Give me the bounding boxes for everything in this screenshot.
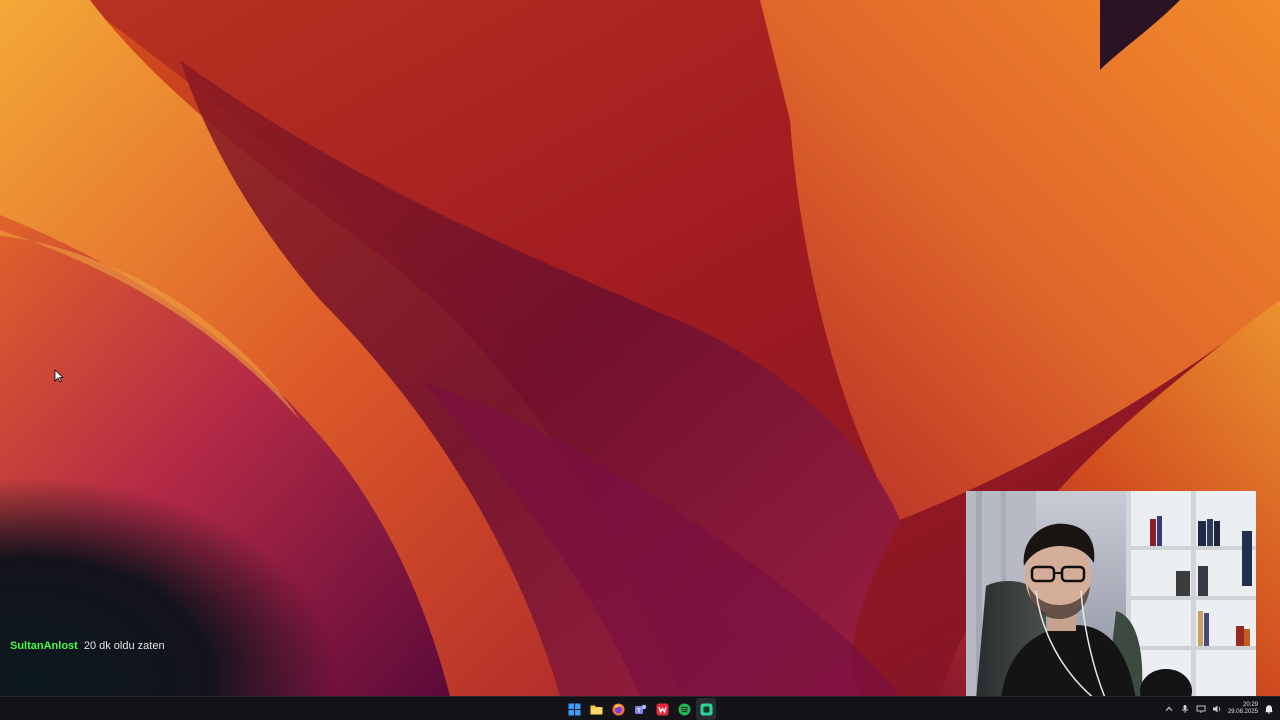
spotify-button[interactable] xyxy=(674,698,694,720)
chat-username: SultanAnlost xyxy=(10,640,78,652)
taskbar-clock[interactable]: 20:29 29.08.2025 xyxy=(1228,702,1258,716)
app-red-button[interactable] xyxy=(652,698,672,720)
taskbar: T 20:29 29.08.2025 xyxy=(0,696,1280,720)
network-tray-button[interactable] xyxy=(1196,704,1206,714)
speaker-icon xyxy=(1212,705,1221,713)
chat-overlay: SultanAnlost 20 dk oldu zaten xyxy=(10,640,165,652)
network-icon xyxy=(1196,705,1206,713)
system-tray: 20:29 29.08.2025 xyxy=(1164,698,1274,720)
teams-icon: T xyxy=(634,704,646,714)
app-green-icon xyxy=(700,703,712,715)
firefox-icon xyxy=(612,703,624,715)
spotify-icon xyxy=(678,703,690,715)
taskbar-pinned-apps: T xyxy=(564,698,716,720)
chat-message: 20 dk oldu zaten xyxy=(83,640,165,652)
svg-text:T: T xyxy=(637,708,641,714)
mouse-cursor-icon xyxy=(54,369,64,383)
app-green-button[interactable] xyxy=(696,698,716,720)
microphone-tray-button[interactable] xyxy=(1180,704,1190,714)
clock-time: 20:29 xyxy=(1242,702,1258,708)
start-button[interactable] xyxy=(564,698,584,720)
volume-tray-button[interactable] xyxy=(1212,704,1222,714)
webcam-overlay xyxy=(966,491,1256,696)
file-explorer-button[interactable] xyxy=(586,698,606,720)
bell-icon xyxy=(1265,705,1273,714)
notifications-button[interactable] xyxy=(1264,704,1274,714)
folder-icon xyxy=(590,705,602,714)
webcam-feed-image xyxy=(966,491,1256,696)
chevron-up-icon xyxy=(1165,706,1173,711)
teams-button[interactable]: T xyxy=(630,698,650,720)
windows-icon xyxy=(568,703,580,715)
firefox-button[interactable] xyxy=(608,698,628,720)
show-hidden-icons-button[interactable] xyxy=(1164,704,1174,714)
desktop[interactable]: SultanAnlost 20 dk oldu zaten xyxy=(0,0,1280,696)
microphone-icon xyxy=(1182,705,1188,713)
w-app-icon xyxy=(656,703,668,715)
clock-date: 29.08.2025 xyxy=(1227,709,1258,715)
